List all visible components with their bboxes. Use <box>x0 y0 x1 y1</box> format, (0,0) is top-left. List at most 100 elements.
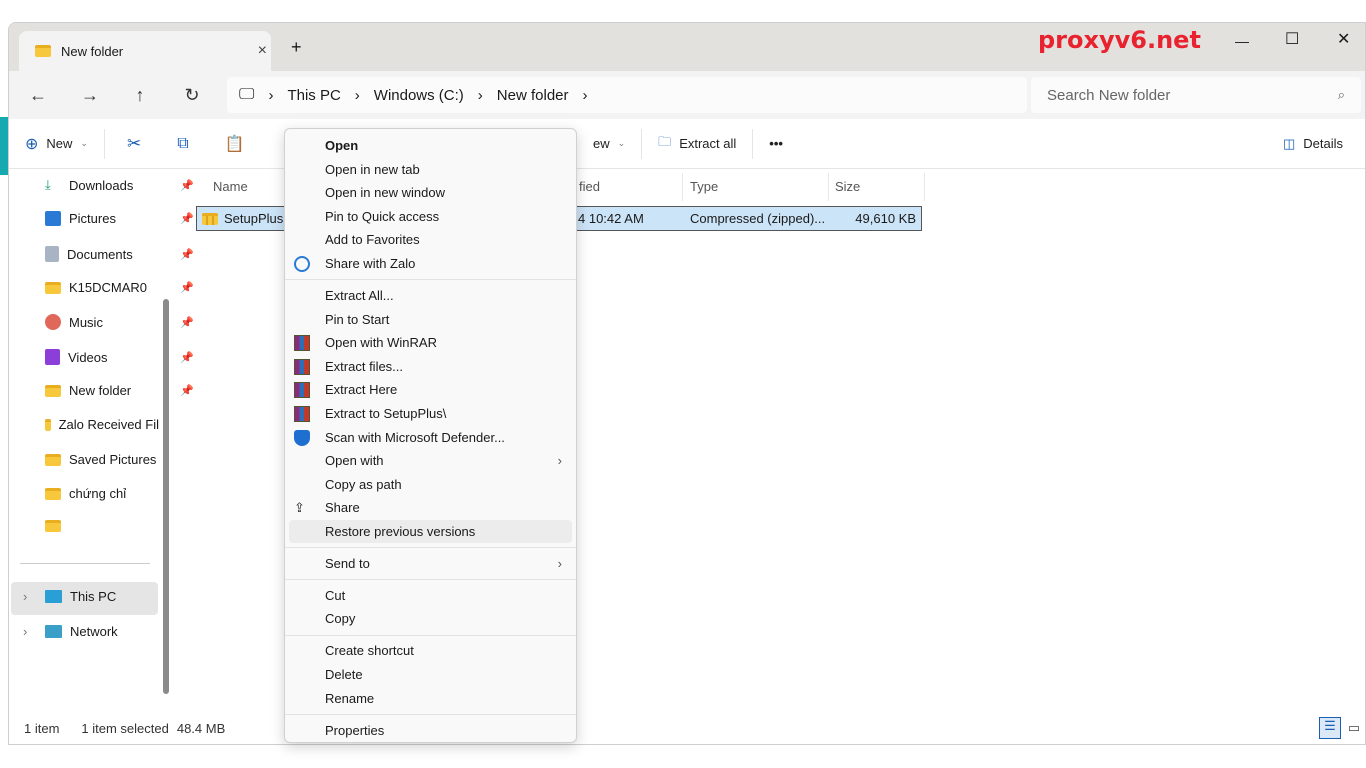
sidebar-item-zalo-received[interactable]: Zalo Received Fil <box>45 417 159 432</box>
menu-item-open[interactable]: Open <box>289 134 572 158</box>
close-window-button[interactable]: ✕ <box>1337 29 1350 49</box>
menu-separator <box>285 579 576 581</box>
plus-circle-icon: ⊕ <box>25 135 39 153</box>
sidebar-item-pictures[interactable]: Pictures 📌 <box>45 211 194 226</box>
status-bar: 1 item 1 item selected 48.4 MB ☰ ▭ <box>9 713 1365 743</box>
scissors-icon: ✂ <box>126 133 142 153</box>
menu-item-label: Copy as path <box>325 476 402 492</box>
column-header-size[interactable]: Size <box>829 173 925 201</box>
menu-item-properties[interactable]: Properties <box>289 719 572 743</box>
sidebar-item-network[interactable]: › Network <box>23 624 143 639</box>
menu-item-label: Open with WinRAR <box>325 335 437 351</box>
column-header-date-modified[interactable]: fied <box>573 173 683 201</box>
menu-item-copy[interactable]: Copy <box>289 607 572 631</box>
back-button[interactable]: ← <box>23 81 53 109</box>
extract-all-button[interactable]: 🗀 Extract all <box>642 128 752 160</box>
winrar-icon <box>294 358 310 375</box>
view-button[interactable]: ew ⌄ <box>577 128 641 160</box>
sidebar-item-k15dcmar0[interactable]: K15DCMAR0 📌 <box>45 280 194 295</box>
folder-icon <box>45 453 61 466</box>
close-tab-button[interactable]: × <box>258 42 267 60</box>
sidebar-scrollbar[interactable] <box>163 299 169 694</box>
menu-item-restore-previous-versions[interactable]: Restore previous versions <box>289 519 572 544</box>
paste-button[interactable]: 📋 <box>203 128 267 160</box>
menu-separator <box>285 279 576 281</box>
forward-button[interactable]: → <box>75 81 105 109</box>
videos-icon <box>45 349 60 365</box>
menu-item-open-in-new-tab[interactable]: Open in new tab <box>289 158 572 182</box>
menu-item-rename[interactable]: Rename <box>289 687 572 711</box>
chevron-right-icon[interactable]: › <box>23 624 37 639</box>
menu-item-extract-all[interactable]: Extract All... <box>289 284 572 308</box>
folder-icon <box>45 520 61 532</box>
menu-item-share-with-zalo[interactable]: Share with Zalo <box>289 252 572 276</box>
sidebar-item-saved-pictures[interactable]: Saved Pictures <box>45 452 165 467</box>
minimize-button[interactable]: — <box>1235 33 1249 49</box>
menu-item-send-to[interactable]: Send to › <box>289 552 572 576</box>
sidebar-item-label: Network <box>70 624 118 639</box>
column-header-name[interactable]: Name <box>207 173 287 201</box>
chevron-right-icon[interactable]: › <box>23 589 37 604</box>
sidebar-item-music[interactable]: Music 📌 <box>45 314 194 330</box>
details-view-button[interactable]: ☰ <box>1319 717 1341 739</box>
sidebar-item-label: Zalo Received Fil <box>58 417 159 432</box>
tiles-view-button[interactable]: ▭ <box>1343 720 1365 736</box>
details-button[interactable]: ◫ Details <box>1267 128 1359 160</box>
menu-item-open-in-new-window[interactable]: Open in new window <box>289 181 572 205</box>
copy-button[interactable]: ⧉ <box>163 128 202 160</box>
sidebar-item-videos[interactable]: Videos 📌 <box>45 349 194 365</box>
sidebar-item-chung-chi[interactable]: chứng chỉ <box>45 486 165 501</box>
breadcrumb-this-pc[interactable]: This PC <box>287 87 340 104</box>
tab-new-folder[interactable]: New folder × <box>19 31 271 71</box>
menu-item-copy-as-path[interactable]: Copy as path <box>289 473 572 497</box>
menu-item-extract-to-setupplus[interactable]: Extract to SetupPlus\ <box>289 402 572 426</box>
breadcrumb[interactable]: 🖵 › This PC › Windows (C:) › New folder › <box>227 77 1027 113</box>
chevron-right-icon: › <box>477 86 483 104</box>
sidebar-item-unnamed-folder[interactable] <box>45 520 165 532</box>
menu-item-open-with[interactable]: Open with › <box>289 449 572 473</box>
refresh-button[interactable]: ↻ <box>177 81 207 109</box>
breadcrumb-windows-c[interactable]: Windows (C:) <box>374 87 464 104</box>
menu-item-extract-files[interactable]: Extract files... <box>289 355 572 379</box>
new-button[interactable]: ⊕ New ⌄ <box>9 128 104 160</box>
new-tab-button[interactable]: + <box>291 37 302 58</box>
more-options-button[interactable]: ••• <box>753 128 799 160</box>
menu-item-label: Copy <box>325 611 356 627</box>
menu-item-label: Pin to Start <box>325 311 390 327</box>
menu-item-cut[interactable]: Cut <box>289 584 572 608</box>
menu-item-create-shortcut[interactable]: Create shortcut <box>289 639 572 663</box>
menu-item-open-with-winrar[interactable]: Open with WinRAR <box>289 331 572 355</box>
up-button[interactable]: ↑ <box>125 81 155 109</box>
zalo-icon <box>294 255 310 272</box>
sidebar-item-label: Music <box>69 314 103 330</box>
menu-item-label: Cut <box>325 587 346 603</box>
column-header-type[interactable]: Type <box>684 173 829 201</box>
menu-item-scan-with-microsoft-defender[interactable]: Scan with Microsoft Defender... <box>289 426 572 450</box>
menu-item-label: Extract Here <box>325 382 398 398</box>
menu-item-delete[interactable]: Delete <box>289 663 572 687</box>
pin-icon: 📌 <box>180 282 194 294</box>
search-placeholder: Search New folder <box>1047 86 1171 104</box>
sidebar-item-new-folder[interactable]: New folder 📌 <box>45 383 194 398</box>
sidebar-item-label: This PC <box>70 589 117 604</box>
menu-item-pin-to-quick-access[interactable]: Pin to Quick access <box>289 205 572 229</box>
folder-icon <box>45 384 61 397</box>
computer-icon: 🖵 <box>239 86 255 103</box>
menu-item-add-to-favorites[interactable]: Add to Favorites <box>289 228 572 252</box>
sidebar-item-this-pc[interactable]: › This PC <box>23 589 143 604</box>
menu-item-pin-to-start[interactable]: Pin to Start <box>289 308 572 332</box>
menu-item-extract-here[interactable]: Extract Here <box>289 378 572 402</box>
chevron-right-icon: › <box>268 86 274 104</box>
documents-icon <box>45 246 59 262</box>
sidebar-item-label: Saved Pictures <box>69 452 157 467</box>
maximize-button[interactable]: ☐ <box>1285 29 1299 49</box>
breadcrumb-new-folder[interactable]: New folder <box>497 87 569 104</box>
sidebar-item-documents[interactable]: Documents 📌 <box>45 246 194 262</box>
sidebar-item-downloads[interactable]: ⤓ Downloads 📌 <box>45 177 194 193</box>
search-icon: ⌕ <box>1337 87 1345 102</box>
pin-icon: 📌 <box>180 213 194 225</box>
chevron-right-icon: › <box>557 555 562 571</box>
menu-item-share[interactable]: ⇪ Share <box>289 496 572 520</box>
search-input[interactable]: Search New folder ⌕ <box>1031 77 1361 113</box>
cut-button[interactable]: ✂ <box>105 128 163 160</box>
